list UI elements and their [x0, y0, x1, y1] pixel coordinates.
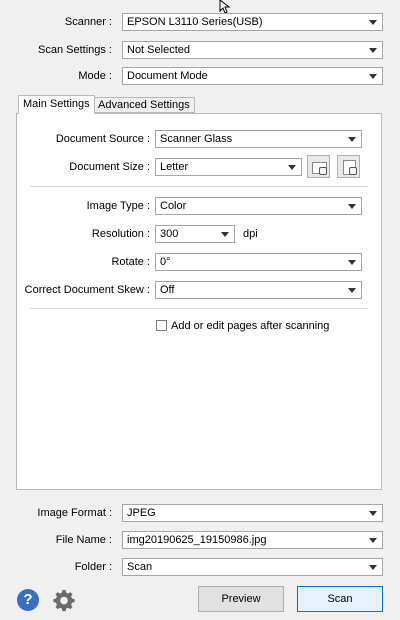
resolution-unit: dpi	[243, 228, 258, 240]
scan-settings-label: Scan Settings :	[38, 44, 112, 56]
document-source-label: Document Source :	[55, 133, 150, 145]
image-format-label: Image Format :	[37, 507, 112, 519]
document-source-value: Scanner Glass	[160, 133, 233, 145]
image-format-select[interactable]: JPEG	[122, 504, 383, 522]
tab-advanced-settings-label: Advanced Settings	[98, 99, 190, 111]
file-name-value: img20190625_19150986.jpg	[127, 534, 267, 546]
preview-button[interactable]: Preview	[198, 586, 284, 612]
folder-value: Scan	[127, 561, 153, 573]
mode-label: Mode :	[78, 70, 112, 82]
rotate-select[interactable]: 0°	[155, 253, 362, 271]
section-divider	[30, 308, 368, 309]
chevron-down-icon	[348, 204, 356, 209]
document-size-value: Letter	[160, 161, 189, 173]
tab-main-settings-label: Main Settings	[23, 98, 90, 110]
chevron-down-icon	[288, 165, 296, 170]
scan-button-label: Scan	[327, 593, 353, 605]
document-size-label: Document Size :	[69, 161, 150, 173]
scanner-label: Scanner :	[64, 16, 112, 28]
file-name-select[interactable]: img20190625_19150986.jpg	[122, 531, 383, 549]
portrait-size-button[interactable]	[337, 155, 360, 178]
image-type-value: Color	[160, 200, 187, 212]
image-format-value: JPEG	[127, 507, 156, 519]
folder-select[interactable]: Scan	[122, 558, 383, 576]
rotate-value: 0°	[160, 256, 171, 268]
mouse-cursor-icon	[219, 0, 231, 14]
folder-label: Folder :	[74, 561, 112, 573]
hand-icon	[349, 167, 357, 175]
resolution-select[interactable]: 300	[155, 225, 235, 243]
hand-icon	[319, 167, 327, 175]
chevron-down-icon	[348, 288, 356, 293]
chevron-down-icon	[369, 20, 377, 25]
chevron-down-icon	[369, 538, 377, 543]
image-type-select[interactable]: Color	[155, 197, 362, 215]
mode-value: Document Mode	[127, 70, 208, 82]
add-edit-pages-label: Add or edit pages after scanning	[171, 320, 330, 332]
gear-icon[interactable]	[52, 588, 76, 612]
chevron-down-icon	[348, 137, 356, 142]
landscape-size-button[interactable]	[307, 155, 330, 178]
chevron-down-icon	[369, 74, 377, 79]
scanner-value: EPSON L3110 Series(USB)	[127, 16, 263, 28]
document-source-select[interactable]: Scanner Glass	[155, 130, 362, 148]
resolution-label: Resolution :	[91, 228, 150, 240]
chevron-down-icon	[369, 565, 377, 570]
file-name-label: File Name :	[55, 534, 112, 546]
section-divider	[30, 186, 368, 187]
rotate-label: Rotate :	[111, 256, 150, 268]
chevron-down-icon	[369, 48, 377, 53]
document-size-select[interactable]: Letter	[155, 158, 302, 176]
chevron-down-icon	[348, 260, 356, 265]
resolution-value: 300	[160, 228, 179, 240]
scan-settings-select[interactable]: Not Selected	[122, 41, 383, 59]
chevron-down-icon	[221, 232, 229, 237]
preview-button-label: Preview	[221, 593, 261, 605]
image-type-label: Image Type :	[86, 200, 150, 212]
add-edit-pages-checkbox[interactable]	[156, 320, 167, 331]
tab-advanced-settings[interactable]: Advanced Settings	[93, 97, 195, 113]
chevron-down-icon	[369, 511, 377, 516]
mode-select[interactable]: Document Mode	[122, 67, 383, 85]
tab-main-settings[interactable]: Main Settings	[18, 95, 95, 114]
correct-skew-label: Correct Document Skew :	[24, 284, 150, 296]
correct-skew-select[interactable]: Off	[155, 281, 362, 299]
question-icon[interactable]: ?	[17, 589, 39, 611]
scanner-select[interactable]: EPSON L3110 Series(USB)	[122, 13, 383, 31]
correct-skew-value: Off	[160, 284, 175, 296]
scan-settings-value: Not Selected	[127, 44, 190, 56]
scan-button[interactable]: Scan	[297, 586, 383, 612]
